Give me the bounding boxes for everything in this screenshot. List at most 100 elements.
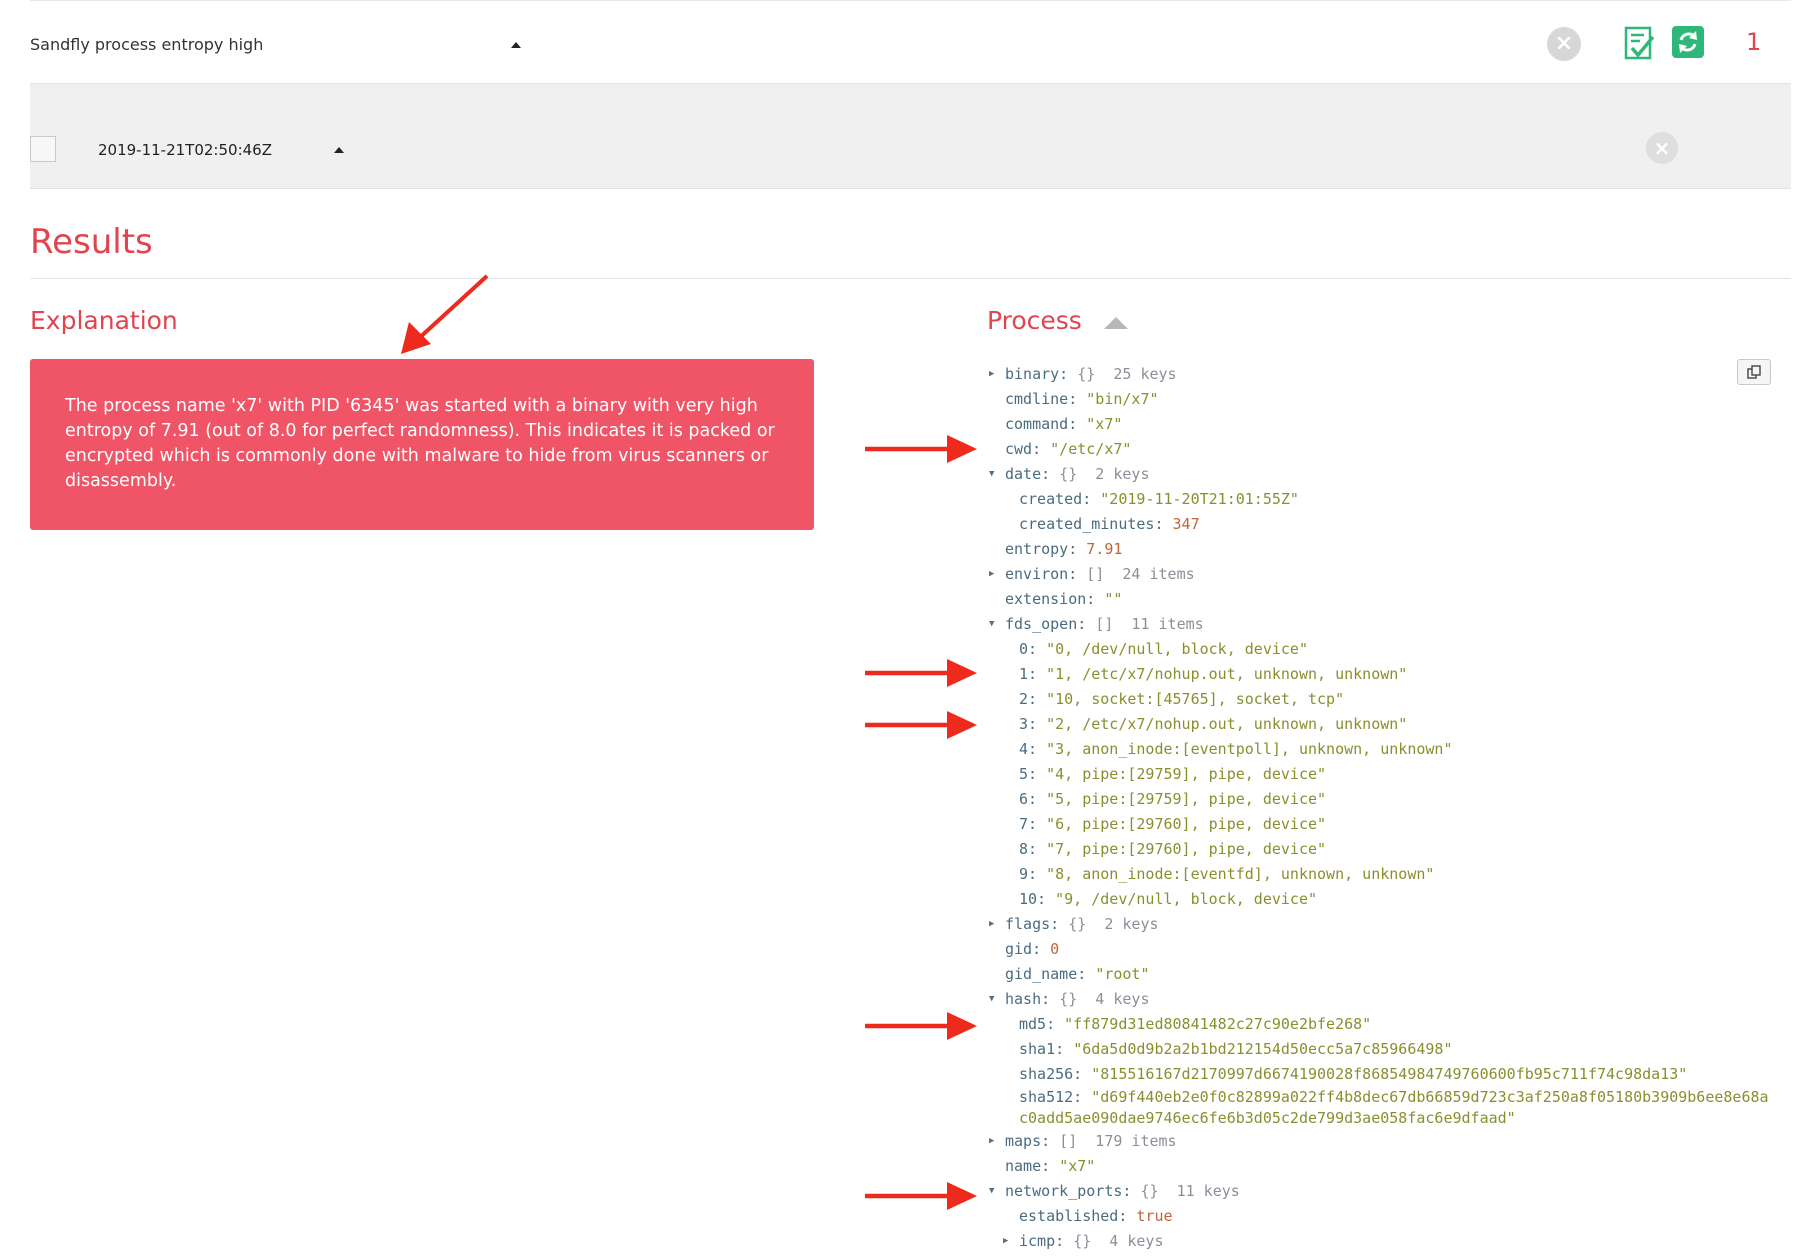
json-key: entropy: [1005, 540, 1087, 558]
json-key: 8: [1019, 840, 1047, 858]
json-key: 9: [1019, 865, 1047, 883]
json-value: "815516167d2170997d6674190028f8685498474… [1091, 1065, 1688, 1083]
json-value: "6da5d0d9b2a2b1bd212154d50ecc5a7c8596649… [1073, 1040, 1453, 1058]
json-key: 0: [1019, 640, 1047, 658]
collapse-caret-icon[interactable]: ▶ [1003, 1229, 1013, 1254]
annotation-arrow-fds-3 [865, 711, 977, 739]
json-value: "" [1104, 590, 1123, 608]
collapse-caret-icon[interactable]: ▶ [989, 912, 999, 937]
json-row-date[interactable]: ▼ date: {} 2 keys [985, 462, 1785, 487]
json-key: 4: [1019, 740, 1047, 758]
json-key: extension: [1005, 590, 1105, 608]
json-key: command: [1005, 415, 1087, 433]
result-instance-row[interactable]: 2019-11-21T02:50:46Z × [30, 84, 1791, 189]
instance-select-checkbox[interactable] [30, 136, 56, 162]
expand-caret-icon[interactable]: ▼ [989, 987, 999, 1012]
json-key: fds_open: [1005, 615, 1096, 633]
json-row-environ[interactable]: ▶ environ: [] 24 items [985, 562, 1785, 587]
json-key: date: [1005, 465, 1060, 483]
json-row-cmdline: cmdline: "bin/x7" [985, 387, 1785, 412]
process-title: Process [987, 306, 1082, 335]
json-key: created_minutes: [1019, 515, 1173, 533]
json-key: hash: [1005, 990, 1060, 1008]
json-row-extension: extension: "" [985, 587, 1785, 612]
json-row-5: 5: "4, pipe:[29759], pipe, device" [985, 762, 1785, 787]
json-value: "x7" [1086, 415, 1123, 433]
doc-check-icon[interactable] [1624, 26, 1654, 60]
json-value: "3, anon_inode:[eventpoll], unknown, unk… [1046, 740, 1453, 758]
json-row-maps[interactable]: ▶ maps: [] 179 items [985, 1129, 1785, 1154]
refresh-icon[interactable] [1672, 26, 1704, 58]
json-row-1: 1: "1, /etc/x7/nohup.out, unknown, unkno… [985, 662, 1785, 687]
json-row-sha512: sha512: "d69f440eb2e0f0c82899a022ff4b8de… [985, 1087, 1785, 1129]
json-key: established: [1019, 1207, 1137, 1225]
json-row-gid: gid: 0 [985, 937, 1785, 962]
json-value: "7, pipe:[29760], pipe, device" [1046, 840, 1327, 858]
json-row-3: 3: "2, /etc/x7/nohup.out, unknown, unkno… [985, 712, 1785, 737]
json-key: sha256: [1019, 1065, 1092, 1083]
process-json-tree: ▶ binary: {} 25 keys cmdline: "bin/x7" comm… [985, 362, 1785, 1254]
json-row-network-ports[interactable]: ▼ network_ports: {} 11 keys [985, 1179, 1785, 1204]
json-row-hash[interactable]: ▼ hash: {} 4 keys [985, 987, 1785, 1012]
json-key: flags: [1005, 915, 1069, 933]
json-key: maps: [1005, 1132, 1060, 1150]
process-collapse-caret-icon[interactable] [1104, 317, 1128, 329]
json-key: sha512: [1019, 1088, 1092, 1106]
json-key: 5: [1019, 765, 1047, 783]
json-value: "0, /dev/null, block, device" [1046, 640, 1308, 658]
json-meta: [] 24 items [1086, 565, 1195, 583]
json-key: 2: [1019, 690, 1047, 708]
json-row-fds-open[interactable]: ▼ fds_open: [] 11 items [985, 612, 1785, 637]
alert-row[interactable]: Sandfly process entropy high × 1 [30, 0, 1791, 84]
collapse-caret-icon[interactable]: ▶ [989, 362, 999, 387]
instance-timestamp: 2019-11-21T02:50:46Z [98, 141, 272, 159]
instance-collapse-caret-icon[interactable] [334, 147, 344, 153]
json-row-icmp[interactable]: ▶ icmp: {} 4 keys [985, 1229, 1785, 1254]
json-value: "10, socket:[45765], socket, tcp" [1046, 690, 1345, 708]
json-row-md5: md5: "ff879d31ed80841482c27c90e2bfe268" [985, 1012, 1785, 1037]
json-value: "ff879d31ed80841482c27c90e2bfe268" [1064, 1015, 1372, 1033]
json-row-10: 10: "9, /dev/null, block, device" [985, 887, 1785, 912]
json-value: "9, /dev/null, block, device" [1055, 890, 1318, 908]
json-key: 7: [1019, 815, 1047, 833]
json-key: gid_name: [1005, 965, 1096, 983]
json-value: 347 [1172, 515, 1200, 533]
json-meta: {} 2 keys [1059, 465, 1150, 483]
dismiss-icon[interactable]: × [1547, 27, 1581, 61]
json-meta: [] 179 items [1059, 1132, 1177, 1150]
json-value: "bin/x7" [1086, 390, 1159, 408]
annotation-arrow-network-ports [865, 1182, 977, 1210]
json-key: 10: [1019, 890, 1056, 908]
annotation-arrow-fds-1 [865, 659, 977, 687]
explanation-title: Explanation [30, 306, 178, 335]
json-row-7: 7: "6, pipe:[29760], pipe, device" [985, 812, 1785, 837]
explanation-box: The process name 'x7' with PID '6345' wa… [30, 359, 814, 530]
expand-caret-icon[interactable]: ▼ [989, 462, 999, 487]
expand-caret-icon[interactable]: ▼ [989, 612, 999, 637]
json-row-6: 6: "5, pipe:[29759], pipe, device" [985, 787, 1785, 812]
json-row-entropy: entropy: 7.91 [985, 537, 1785, 562]
json-row-sha256: sha256: "815516167d2170997d6674190028f86… [985, 1062, 1785, 1087]
collapse-caret-icon[interactable]: ▶ [989, 562, 999, 587]
json-row-binary[interactable]: ▶ binary: {} 25 keys [985, 362, 1785, 387]
instance-dismiss-icon[interactable]: × [1646, 132, 1678, 164]
json-row-flags[interactable]: ▶ flags: {} 2 keys [985, 912, 1785, 937]
json-value: "2, /etc/x7/nohup.out, unknown, unknown" [1046, 715, 1408, 733]
json-key: name: [1005, 1157, 1060, 1175]
alert-collapse-caret-icon[interactable] [511, 42, 521, 48]
json-row-4: 4: "3, anon_inode:[eventpoll], unknown, … [985, 737, 1785, 762]
json-row-2: 2: "10, socket:[45765], socket, tcp" [985, 687, 1785, 712]
json-value: "1, /etc/x7/nohup.out, unknown, unknown" [1046, 665, 1408, 683]
collapse-caret-icon[interactable]: ▶ [989, 1129, 999, 1154]
json-key: md5: [1019, 1015, 1065, 1033]
json-value: "d69f440eb2e0f0c82899a022ff4b8dec67db668… [1019, 1088, 1769, 1127]
results-title: Results [30, 222, 153, 262]
json-meta: {} 2 keys [1068, 915, 1159, 933]
json-value: "6, pipe:[29760], pipe, device" [1046, 815, 1327, 833]
json-value: "root" [1095, 965, 1150, 983]
expand-caret-icon[interactable]: ▼ [989, 1179, 999, 1204]
json-value: 7.91 [1086, 540, 1123, 558]
results-divider [30, 278, 1791, 279]
json-row-0: 0: "0, /dev/null, block, device" [985, 637, 1785, 662]
annotation-arrow-md5 [865, 1012, 977, 1040]
